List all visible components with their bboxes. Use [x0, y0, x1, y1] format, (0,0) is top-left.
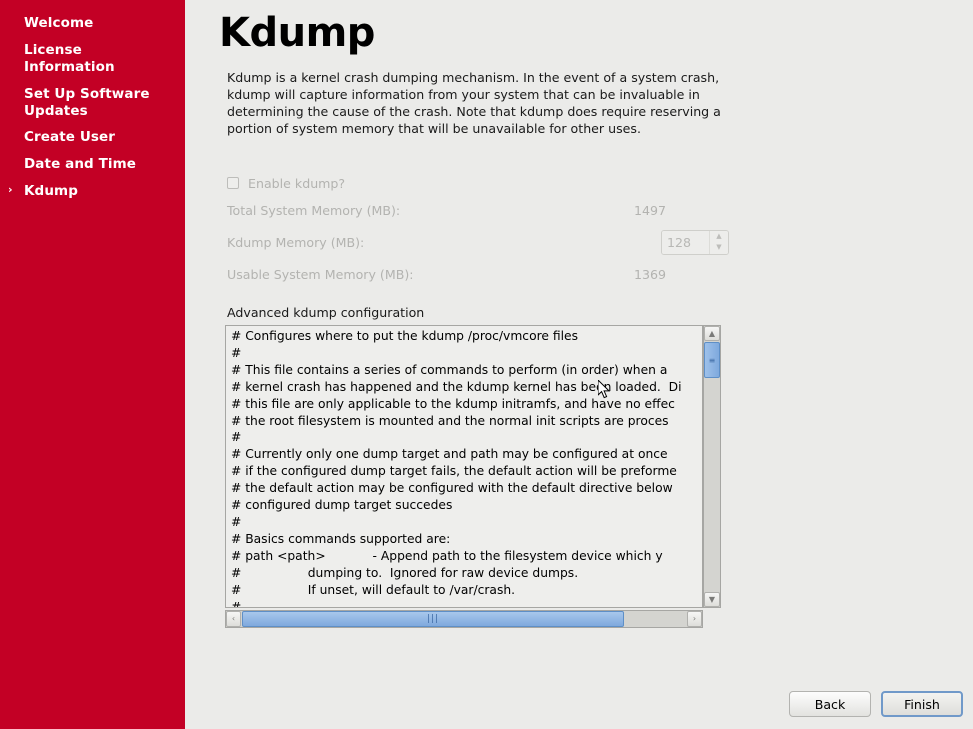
kdump-memory-spinner[interactable]: 128 ▲ ▼ — [661, 229, 729, 255]
sidebar-item-license-information[interactable]: License Information — [0, 37, 185, 81]
usable-system-memory-row: Usable System Memory (MB): 1369 — [227, 258, 729, 290]
finish-button[interactable]: Finish — [881, 691, 963, 717]
horizontal-scrollbar[interactable]: ‹ ||| › — [225, 610, 703, 628]
current-page-arrow-icon: › — [8, 183, 13, 197]
sidebar-item-label: Kdump — [24, 183, 78, 200]
sidebar-item-label: Create User — [24, 129, 116, 146]
main-content: Kdump Kdump is a kernel crash dumping me… — [185, 0, 973, 729]
scrollbar-grip-icon: ≡ — [708, 355, 716, 365]
total-system-memory-value: 1497 — [633, 202, 666, 218]
footer-buttons: Back Finish — [789, 691, 963, 717]
scroll-right-arrow-icon[interactable]: › — [687, 611, 702, 627]
sidebar-item-welcome[interactable]: Welcome — [0, 10, 185, 37]
sidebar-item-create-user[interactable]: Create User — [0, 124, 185, 151]
usable-system-memory-label: Usable System Memory (MB): — [227, 266, 414, 282]
advanced-config-label: Advanced kdump configuration — [227, 305, 425, 320]
kdump-memory-spin-buttons[interactable]: ▲ ▼ — [709, 230, 728, 254]
advanced-config-text: # Configures where to put the kdump /pro… — [231, 329, 682, 608]
scroll-up-arrow-icon[interactable]: ▲ — [704, 326, 720, 341]
scrollbar-grip-icon: ||| — [426, 613, 440, 624]
firstboot-window: Welcome License Information Set Up Softw… — [0, 0, 973, 729]
vertical-scrollbar-thumb[interactable]: ≡ — [704, 342, 720, 378]
enable-kdump-label: Enable kdump? — [248, 175, 346, 191]
total-system-memory-row: Total System Memory (MB): 1497 — [227, 194, 729, 226]
sidebar-item-date-and-time[interactable]: Date and Time — [0, 151, 185, 178]
enable-kdump-checkbox[interactable] — [227, 177, 239, 189]
sidebar-item-kdump[interactable]: › Kdump — [0, 178, 185, 205]
sidebar-navigation: Welcome License Information Set Up Softw… — [0, 0, 185, 729]
advanced-config-textarea[interactable]: # Configures where to put the kdump /pro… — [225, 325, 703, 608]
spinner-down-icon[interactable]: ▼ — [710, 242, 728, 254]
sidebar-item-label: Set Up Software Updates — [24, 85, 150, 119]
sidebar-item-set-up-software-updates[interactable]: Set Up Software Updates — [0, 81, 185, 125]
page-title: Kdump — [219, 10, 375, 56]
enable-kdump-row[interactable]: Enable kdump? — [227, 172, 729, 194]
spinner-up-icon[interactable]: ▲ — [710, 231, 728, 243]
page-description: Kdump is a kernel crash dumping mechanis… — [227, 70, 721, 136]
usable-system-memory-value: 1369 — [633, 266, 666, 282]
vertical-scrollbar[interactable]: ▲ ≡ ▼ — [703, 325, 721, 608]
advanced-config-area: # Configures where to put the kdump /pro… — [225, 325, 721, 630]
kdump-memory-row: Kdump Memory (MB): 128 ▲ ▼ — [227, 226, 729, 258]
sidebar-item-label: License Information — [24, 41, 115, 75]
back-button[interactable]: Back — [789, 691, 871, 717]
sidebar-item-label: Welcome — [24, 15, 94, 31]
sidebar-item-label: Date and Time — [24, 156, 137, 173]
scroll-left-arrow-icon[interactable]: ‹ — [226, 611, 241, 627]
kdump-memory-label: Kdump Memory (MB): — [227, 234, 365, 250]
kdump-settings-form: Enable kdump? Total System Memory (MB): … — [227, 172, 729, 290]
total-system-memory-label: Total System Memory (MB): — [227, 202, 401, 218]
horizontal-scrollbar-thumb[interactable]: ||| — [242, 611, 624, 627]
scroll-down-arrow-icon[interactable]: ▼ — [704, 592, 720, 607]
kdump-memory-input[interactable]: 128 — [662, 230, 709, 254]
